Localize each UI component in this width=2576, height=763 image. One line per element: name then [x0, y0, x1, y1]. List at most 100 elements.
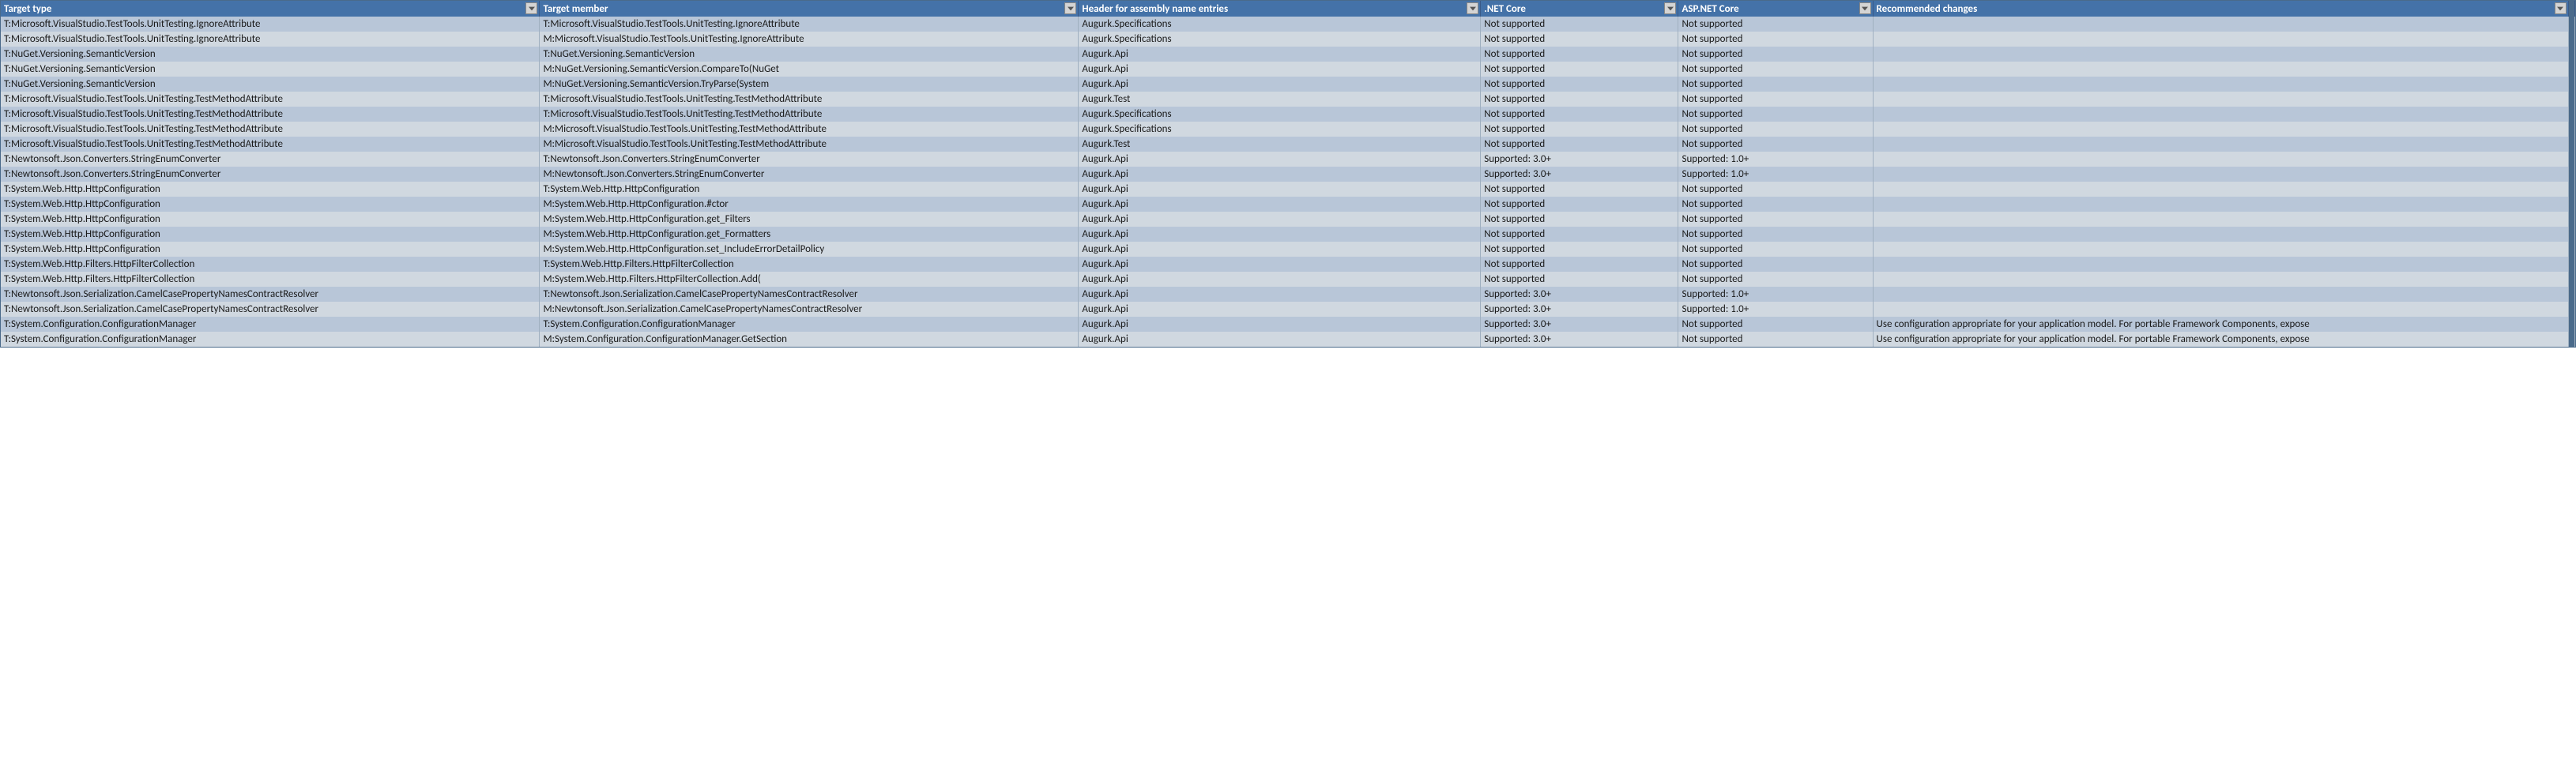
cell-recommended[interactable] — [1873, 287, 2568, 302]
cell-assembly[interactable]: Augurk.Api — [1079, 272, 1481, 287]
cell-recommended[interactable] — [1873, 227, 2568, 242]
cell-target-type[interactable]: T:Newtonsoft.Json.Serialization.CamelCas… — [1, 287, 540, 302]
cell-net-core[interactable]: Not supported — [1481, 47, 1678, 62]
cell-target-member[interactable]: M:System.Web.Http.HttpConfiguration.set_… — [540, 242, 1079, 257]
cell-recommended[interactable] — [1873, 62, 2568, 77]
cell-asp-net-core[interactable]: Supported: 1.0+ — [1678, 152, 1873, 167]
cell-asp-net-core[interactable]: Not supported — [1678, 107, 1873, 122]
cell-target-member[interactable]: T:NuGet.Versioning.SemanticVersion — [540, 47, 1079, 62]
table-row[interactable]: T:System.Web.Http.HttpConfigurationM:Sys… — [1, 197, 2575, 212]
cell-net-core[interactable]: Supported: 3.0+ — [1481, 302, 1678, 317]
cell-target-type[interactable]: T:System.Web.Http.HttpConfiguration — [1, 212, 540, 227]
cell-net-core[interactable]: Supported: 3.0+ — [1481, 152, 1678, 167]
cell-asp-net-core[interactable]: Not supported — [1678, 272, 1873, 287]
cell-net-core[interactable]: Not supported — [1481, 182, 1678, 197]
cell-asp-net-core[interactable]: Not supported — [1678, 32, 1873, 47]
table-row[interactable]: T:NuGet.Versioning.SemanticVersionM:NuGe… — [1, 62, 2575, 77]
header-net-core[interactable]: .NET Core — [1481, 1, 1678, 17]
cell-asp-net-core[interactable]: Not supported — [1678, 77, 1873, 92]
header-recommended[interactable]: Recommended changes — [1873, 1, 2568, 17]
cell-net-core[interactable]: Supported: 3.0+ — [1481, 287, 1678, 302]
cell-assembly[interactable]: Augurk.Api — [1079, 227, 1481, 242]
cell-net-core[interactable]: Not supported — [1481, 242, 1678, 257]
cell-asp-net-core[interactable]: Not supported — [1678, 332, 1873, 347]
cell-target-type[interactable]: T:Microsoft.VisualStudio.TestTools.UnitT… — [1, 122, 540, 137]
cell-net-core[interactable]: Not supported — [1481, 212, 1678, 227]
cell-recommended[interactable]: Use configuration appropriate for your a… — [1873, 332, 2568, 347]
cell-assembly[interactable]: Augurk.Specifications — [1079, 107, 1481, 122]
table-row[interactable]: T:NuGet.Versioning.SemanticVersionM:NuGe… — [1, 77, 2575, 92]
cell-target-type[interactable]: T:Microsoft.VisualStudio.TestTools.UnitT… — [1, 107, 540, 122]
cell-assembly[interactable]: Augurk.Api — [1079, 287, 1481, 302]
cell-recommended[interactable] — [1873, 257, 2568, 272]
cell-target-member[interactable]: T:Microsoft.VisualStudio.TestTools.UnitT… — [540, 92, 1079, 107]
cell-recommended[interactable]: Use configuration appropriate for your a… — [1873, 317, 2568, 332]
cell-recommended[interactable] — [1873, 272, 2568, 287]
table-row[interactable]: T:System.Web.Http.Filters.HttpFilterColl… — [1, 257, 2575, 272]
table-row[interactable]: T:System.Web.Http.HttpConfigurationT:Sys… — [1, 182, 2575, 197]
cell-asp-net-core[interactable]: Not supported — [1678, 227, 1873, 242]
cell-target-member[interactable]: T:Newtonsoft.Json.Serialization.CamelCas… — [540, 287, 1079, 302]
cell-asp-net-core[interactable]: Not supported — [1678, 62, 1873, 77]
cell-net-core[interactable]: Not supported — [1481, 77, 1678, 92]
cell-recommended[interactable] — [1873, 212, 2568, 227]
cell-net-core[interactable]: Supported: 3.0+ — [1481, 332, 1678, 347]
table-row[interactable]: T:Newtonsoft.Json.Converters.StringEnumC… — [1, 152, 2575, 167]
cell-assembly[interactable]: Augurk.Api — [1079, 152, 1481, 167]
cell-target-type[interactable]: T:NuGet.Versioning.SemanticVersion — [1, 77, 540, 92]
cell-recommended[interactable] — [1873, 197, 2568, 212]
cell-net-core[interactable]: Supported: 3.0+ — [1481, 317, 1678, 332]
cell-assembly[interactable]: Augurk.Api — [1079, 182, 1481, 197]
cell-target-type[interactable]: T:Newtonsoft.Json.Converters.StringEnumC… — [1, 167, 540, 182]
table-row[interactable]: T:System.Configuration.ConfigurationMana… — [1, 317, 2575, 332]
cell-recommended[interactable] — [1873, 182, 2568, 197]
cell-asp-net-core[interactable]: Not supported — [1678, 317, 1873, 332]
cell-target-member[interactable]: M:System.Web.Http.Filters.HttpFilterColl… — [540, 272, 1079, 287]
cell-asp-net-core[interactable]: Not supported — [1678, 122, 1873, 137]
filter-dropdown-icon[interactable] — [1859, 2, 1871, 14]
header-target-type[interactable]: Target type — [1, 1, 540, 17]
table-row[interactable]: T:Microsoft.VisualStudio.TestTools.UnitT… — [1, 107, 2575, 122]
cell-target-member[interactable]: M:NuGet.Versioning.SemanticVersion.Compa… — [540, 62, 1079, 77]
cell-target-type[interactable]: T:System.Web.Http.HttpConfiguration — [1, 242, 540, 257]
cell-target-type[interactable]: T:System.Configuration.ConfigurationMana… — [1, 317, 540, 332]
cell-net-core[interactable]: Not supported — [1481, 17, 1678, 32]
cell-target-type[interactable]: T:Microsoft.VisualStudio.TestTools.UnitT… — [1, 17, 540, 32]
cell-assembly[interactable]: Augurk.Test — [1079, 137, 1481, 152]
cell-target-type[interactable]: T:NuGet.Versioning.SemanticVersion — [1, 62, 540, 77]
table-row[interactable]: T:Newtonsoft.Json.Converters.StringEnumC… — [1, 167, 2575, 182]
table-row[interactable]: T:System.Configuration.ConfigurationMana… — [1, 332, 2575, 347]
filter-dropdown-icon[interactable] — [2555, 2, 2567, 14]
cell-target-type[interactable]: T:System.Configuration.ConfigurationMana… — [1, 332, 540, 347]
cell-target-type[interactable]: T:System.Web.Http.HttpConfiguration — [1, 227, 540, 242]
cell-asp-net-core[interactable]: Not supported — [1678, 197, 1873, 212]
filter-dropdown-icon[interactable] — [1467, 2, 1478, 14]
cell-target-member[interactable]: T:System.Configuration.ConfigurationMana… — [540, 317, 1079, 332]
cell-recommended[interactable] — [1873, 47, 2568, 62]
cell-target-member[interactable]: M:Microsoft.VisualStudio.TestTools.UnitT… — [540, 137, 1079, 152]
cell-recommended[interactable] — [1873, 77, 2568, 92]
filter-dropdown-icon[interactable] — [525, 2, 537, 14]
cell-net-core[interactable]: Not supported — [1481, 107, 1678, 122]
cell-assembly[interactable]: Augurk.Api — [1079, 302, 1481, 317]
cell-asp-net-core[interactable]: Not supported — [1678, 212, 1873, 227]
cell-target-member[interactable]: M:Newtonsoft.Json.Converters.StringEnumC… — [540, 167, 1079, 182]
cell-asp-net-core[interactable]: Supported: 1.0+ — [1678, 302, 1873, 317]
cell-net-core[interactable]: Supported: 3.0+ — [1481, 167, 1678, 182]
cell-net-core[interactable]: Not supported — [1481, 122, 1678, 137]
cell-assembly[interactable]: Augurk.Api — [1079, 257, 1481, 272]
cell-target-member[interactable]: M:System.Web.Http.HttpConfiguration.get_… — [540, 227, 1079, 242]
cell-assembly[interactable]: Augurk.Api — [1079, 332, 1481, 347]
cell-target-member[interactable]: T:Newtonsoft.Json.Converters.StringEnumC… — [540, 152, 1079, 167]
filter-dropdown-icon[interactable] — [1064, 2, 1076, 14]
cell-target-member[interactable]: T:System.Web.Http.Filters.HttpFilterColl… — [540, 257, 1079, 272]
cell-recommended[interactable] — [1873, 17, 2568, 32]
cell-target-member[interactable]: T:Microsoft.VisualStudio.TestTools.UnitT… — [540, 107, 1079, 122]
table-row[interactable]: T:Microsoft.VisualStudio.TestTools.UnitT… — [1, 32, 2575, 47]
cell-target-type[interactable]: T:Newtonsoft.Json.Serialization.CamelCas… — [1, 302, 540, 317]
table-row[interactable]: T:Microsoft.VisualStudio.TestTools.UnitT… — [1, 122, 2575, 137]
cell-target-member[interactable]: M:System.Configuration.ConfigurationMana… — [540, 332, 1079, 347]
cell-target-member[interactable]: M:Newtonsoft.Json.Serialization.CamelCas… — [540, 302, 1079, 317]
cell-recommended[interactable] — [1873, 92, 2568, 107]
cell-target-type[interactable]: T:System.Web.Http.Filters.HttpFilterColl… — [1, 272, 540, 287]
